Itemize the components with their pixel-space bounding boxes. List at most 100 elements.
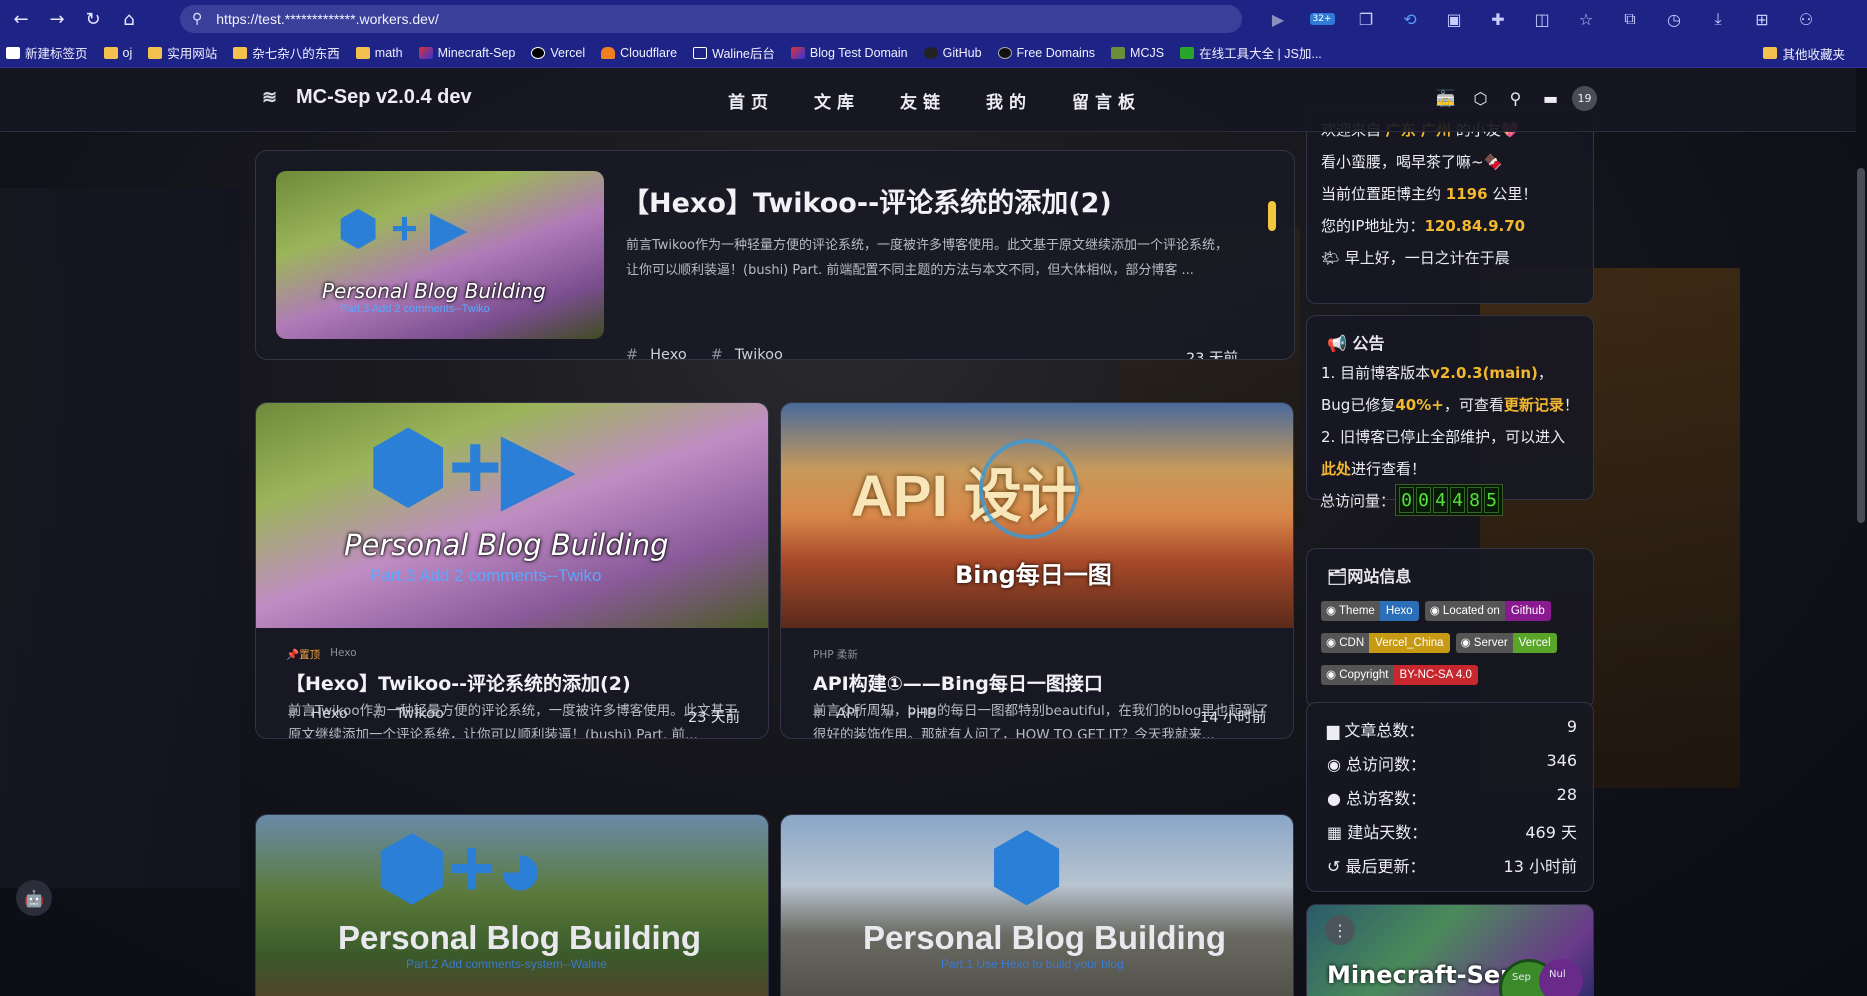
bookmark-item[interactable]: Cloudflare bbox=[601, 46, 677, 60]
bookmark-label: Waline后台 bbox=[712, 47, 775, 61]
refresh-icon[interactable]: ↻ bbox=[78, 4, 108, 34]
folder-icon bbox=[233, 46, 248, 59]
bookmark-item[interactable]: Blog Test Domain bbox=[790, 46, 908, 60]
changelog-link[interactable]: 更新记录 bbox=[1504, 396, 1564, 414]
post-card[interactable]: API 设计 Bing每日一图 PHP 柔新 API构建①——Bing每日一图接… bbox=[780, 402, 1294, 739]
welcome-distance: 当前位置距博主约 1196 公里！ bbox=[1321, 185, 1538, 203]
chatbot-icon[interactable]: 🤖 bbox=[16, 880, 52, 916]
post-tags: # API # PHP bbox=[812, 706, 960, 722]
minecraft-card[interactable]: ⋮ Minecraft-Sep Sep Nul bbox=[1306, 904, 1594, 996]
tag[interactable]: # Twikoo bbox=[711, 347, 795, 359]
forward-icon[interactable]: → bbox=[42, 4, 72, 34]
nav-guestbook[interactable]: 留言板 bbox=[1072, 88, 1141, 113]
badge-shield[interactable]: ◉ CDN Vercel_China bbox=[1321, 633, 1450, 653]
post-title[interactable]: 【Hexo】Twikoo--评论系统的添加(2) bbox=[286, 669, 631, 696]
site-brand[interactable]: ≋ MC-Sep v2.0.4 dev bbox=[262, 86, 472, 109]
tool-icon bbox=[1180, 46, 1195, 59]
post-category[interactable]: Hexo bbox=[330, 647, 357, 662]
post-thumbnail[interactable]: API 设计 Bing每日一图 bbox=[781, 403, 1293, 628]
crop-icon[interactable]: ⟲ bbox=[1388, 10, 1432, 29]
post-time: 23 天前 bbox=[1186, 351, 1239, 360]
notice-title: 📢 公告 bbox=[1327, 334, 1385, 353]
bookmark-folder[interactable]: oj bbox=[103, 46, 132, 60]
apps-icon[interactable]: ⊞ bbox=[1740, 10, 1784, 29]
toggle-label: Sep bbox=[1512, 972, 1531, 983]
site-icon bbox=[790, 46, 805, 59]
play-icon[interactable]: ▶ bbox=[1256, 10, 1300, 29]
post-thumbnail[interactable]: ⬢+◕ Personal Blog Building Part.2 Add co… bbox=[256, 815, 768, 996]
more-icon[interactable]: ⋮ bbox=[1325, 915, 1355, 945]
bookmark-item[interactable]: 新建标签页 bbox=[6, 43, 88, 62]
post-card[interactable]: ⬢+◕ Personal Blog Building Part.2 Add co… bbox=[255, 814, 769, 996]
collections-icon[interactable]: ⧉ bbox=[1608, 9, 1652, 29]
back-icon[interactable]: ← bbox=[6, 4, 36, 34]
bookmark-folder[interactable]: 杂七杂八的东西 bbox=[233, 43, 340, 62]
post-card[interactable]: ⬢+▶ Personal Blog Building Part.3 Add 2 … bbox=[255, 402, 769, 739]
badge-shield[interactable]: ◉ Copyright BY-NC-SA 4.0 bbox=[1321, 665, 1478, 685]
history-icon: ↺ bbox=[1327, 857, 1346, 876]
cube-icon[interactable]: ⬡ bbox=[1463, 89, 1498, 108]
bookmark-item[interactable]: Vercel bbox=[531, 46, 585, 60]
folder-icon bbox=[148, 46, 163, 59]
badge-shield[interactable]: ◉ Located on Github bbox=[1424, 601, 1551, 621]
post-card[interactable]: ⬢ Personal Blog Building Part.1 Use Hexo… bbox=[780, 814, 1294, 996]
bookmark-item[interactable]: 在线工具大全 | JS加... bbox=[1180, 43, 1322, 62]
post-title[interactable]: API构建①——Bing每日一图接口 bbox=[813, 669, 1103, 696]
split-screen-icon[interactable]: ◫ bbox=[1520, 10, 1564, 29]
bookmark-item[interactable]: MCJS bbox=[1111, 46, 1164, 60]
home-icon[interactable]: ⌂ bbox=[114, 4, 144, 34]
post-thumbnail[interactable]: ⬢+▶ Personal Blog Building Part.3 Add 2 … bbox=[256, 403, 768, 628]
notice-widget: 📢 公告 1. 目前博客版本v2.0.3(main)， Bug已修复40%+，可… bbox=[1306, 315, 1594, 500]
old-blog-link[interactable]: 此处 bbox=[1321, 460, 1351, 478]
notification-badge[interactable]: 19 bbox=[1572, 86, 1597, 111]
minecraft-button[interactable]: Nul bbox=[1539, 959, 1583, 996]
history-icon[interactable]: ◷ bbox=[1652, 10, 1696, 29]
bookmark-item[interactable]: GitHub bbox=[923, 46, 982, 60]
address-bar[interactable]: ⚲ https://test.*************.workers.dev… bbox=[180, 5, 1242, 33]
siteinfo-widget: 🗂网站信息 ◉ Theme Hexo ◉ Located on Github ◉ CDN… bbox=[1306, 548, 1594, 708]
other-bookmarks-folder[interactable]: 其他收藏夹 bbox=[1763, 38, 1845, 68]
train-icon[interactable]: 🚋 bbox=[1428, 89, 1463, 108]
bookmark-item[interactable]: Free Domains bbox=[997, 46, 1095, 60]
nav-home[interactable]: 首页 bbox=[728, 88, 774, 113]
hexo-logo-icon: ⬢+▶ bbox=[368, 416, 573, 518]
bookmark-item[interactable]: Waline后台 bbox=[693, 43, 775, 62]
counter-digit: 0 bbox=[1399, 487, 1415, 513]
nav-mine[interactable]: 我的 bbox=[986, 88, 1032, 113]
tag[interactable]: # Twikoo bbox=[372, 706, 456, 722]
post-thumbnail[interactable]: ⬢ + ▶ Personal Blog Building Part.3 Add … bbox=[276, 171, 604, 339]
main-nav: 首页 文库 友链 我的 留言板 bbox=[728, 88, 1181, 113]
post-category[interactable]: PHP 柔新 bbox=[813, 647, 858, 662]
nav-links[interactable]: 友链 bbox=[900, 88, 946, 113]
tag[interactable]: # Hexo bbox=[287, 706, 360, 722]
profile-icon[interactable]: ⚇ bbox=[1784, 10, 1828, 29]
game-icon[interactable]: ▣ bbox=[1432, 10, 1476, 29]
url-text[interactable]: https://test.*************.workers.dev/ bbox=[216, 11, 439, 27]
gamepad-icon[interactable]: ▬ bbox=[1533, 89, 1568, 108]
puzzle-icon[interactable]: ✚ bbox=[1476, 10, 1520, 29]
download-icon[interactable]: ⤓ bbox=[1696, 9, 1740, 29]
tag[interactable]: # PHP bbox=[883, 706, 948, 722]
extension-badge-icon[interactable]: 32+ bbox=[1300, 13, 1344, 25]
bookmark-folder[interactable]: 实用网站 bbox=[148, 43, 217, 62]
post-thumbnail[interactable]: ⬢ Personal Blog Building Part.1 Use Hexo… bbox=[781, 815, 1293, 996]
copy-icon[interactable]: ❐ bbox=[1344, 10, 1388, 29]
nav-library[interactable]: 文库 bbox=[814, 88, 860, 113]
badge-shield[interactable]: ◉ Server Vercel bbox=[1455, 633, 1557, 653]
folder-icon: ▆ bbox=[1327, 721, 1345, 740]
brand-logo-icon: ≋ bbox=[262, 86, 278, 107]
bookmark-item[interactable]: Minecraft-Sep bbox=[418, 46, 515, 60]
search-icon[interactable]: ⚲ bbox=[1498, 89, 1533, 108]
badge-label: ◉ Theme bbox=[1321, 601, 1380, 621]
bookmark-folder[interactable]: math bbox=[355, 46, 403, 60]
stats-widget: ▆ 文章总数： 9 ◉ 总访问数： 346 ● 总访客数： 28 ▦ 建站天数： 469 天 ↺… bbox=[1306, 702, 1594, 892]
featured-post-card[interactable]: ⬢ + ▶ Personal Blog Building Part.3 Add … bbox=[255, 150, 1295, 360]
favorite-icon[interactable]: ☆ bbox=[1564, 10, 1608, 29]
badge-shield[interactable]: ◉ Theme Hexo bbox=[1321, 601, 1419, 621]
post-title[interactable]: 【Hexo】Twikoo--评论系统的添加(2) bbox=[622, 181, 1112, 220]
bookmark-label: Vercel bbox=[550, 45, 586, 60]
thumbnail-subtitle: Part.1 Use Hexo to build your blog bbox=[941, 957, 1124, 971]
tag[interactable]: # API bbox=[812, 706, 871, 722]
page-scrollbar[interactable] bbox=[1857, 168, 1865, 523]
tag[interactable]: # Hexo bbox=[626, 347, 699, 359]
